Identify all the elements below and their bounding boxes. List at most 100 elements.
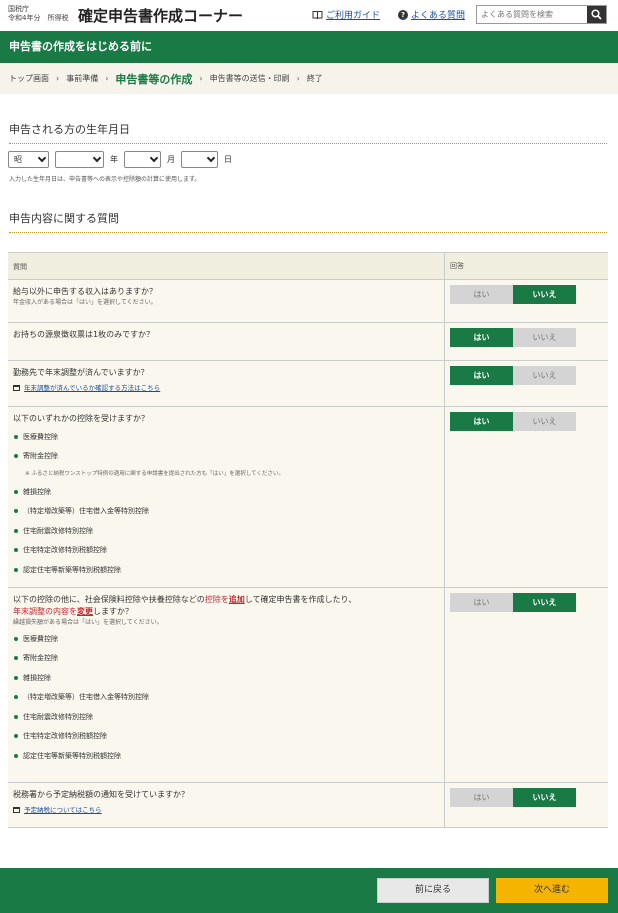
chevron-down-icon [92, 153, 102, 163]
crumb-current: 申告書等の作成 [115, 72, 193, 86]
question-text: 税務署から予定納税額の通知を受けていますか？ [13, 790, 189, 799]
question-row: 勤務先で年末調整が済んでいますか？ 年末調整が済んでいるか確認する方法はこちら … [8, 361, 608, 407]
list-item: 住宅耐震改修特別控除 [13, 707, 439, 727]
chevron-down-icon [149, 153, 159, 163]
list-item: 住宅特定改修特別税額控除 [13, 727, 439, 747]
question-note: 年金収入がある場合は「はい」を選択してください。 [13, 299, 157, 306]
site-header: 国税庁 令和4年分 所得税 確定申告書作成コーナー ご利用ガイド ? よくある質… [0, 0, 618, 31]
list-item: 住宅耐震改修特別控除 [13, 521, 439, 541]
list-item: （特定増改築等）住宅借入金等特別控除 [13, 502, 439, 522]
crumb-end: 終了 [306, 74, 323, 83]
question-text: 勤務先で年末調整が済んでいますか？ [13, 368, 149, 377]
question-text: 以下の控除の他に、社会保険料控除や扶養控除などの控除を追加して確定申告書を作成し… [13, 595, 357, 604]
question-row: 以下の控除の他に、社会保険料控除や扶養控除などの控除を追加して確定申告書を作成し… [8, 588, 608, 783]
no-button[interactable]: いいえ [513, 788, 576, 807]
tax-year-label: 令和4年分 所得税 [8, 14, 69, 22]
yes-button[interactable]: はい [450, 788, 513, 807]
no-button[interactable]: いいえ [513, 366, 576, 385]
question-icon: ? [398, 9, 408, 20]
app-title: 確定申告書作成コーナー [78, 7, 244, 25]
list-item: 医療費控除 [13, 427, 439, 447]
faq-link[interactable]: ? よくある質問 [398, 8, 465, 21]
yes-no-toggle: はい いいえ [450, 788, 576, 807]
yes-no-toggle: はい いいえ [450, 285, 576, 304]
agency-name: 国税庁 [8, 5, 29, 13]
list-item: 寄附金控除 [13, 447, 439, 467]
list-item: 雑損控除 [13, 482, 439, 502]
list-item: （特定増改築等）住宅借入金等特別控除 [13, 688, 439, 708]
year-unit: 年 [110, 155, 118, 164]
list-item: 住宅特定改修特別税額控除 [13, 541, 439, 561]
book-icon [312, 10, 323, 19]
yes-no-toggle: はい いいえ [450, 366, 576, 385]
no-button[interactable]: いいえ [513, 328, 576, 347]
questions-heading: 申告内容に関する質問 [9, 210, 607, 233]
estimated-tax-link[interactable]: 予定納税についてはこちら [24, 804, 102, 816]
no-button[interactable]: いいえ [513, 412, 576, 431]
yes-button[interactable]: はい [450, 285, 513, 304]
faq-search [476, 5, 607, 24]
crumb-prep: 事前準備 [66, 74, 99, 83]
new-window-icon [13, 385, 20, 391]
crumb-send: 申告書等の送信・印刷 [209, 74, 290, 83]
yes-no-toggle: はい いいえ [450, 412, 576, 431]
list-item: 認定住宅等新築等特別税額控除 [13, 560, 439, 580]
chevron-right-icon: › [199, 74, 203, 83]
guide-link-label: ご利用ガイド [326, 11, 381, 21]
list-item: 認定住宅等新築等特別税額控除 [13, 746, 439, 766]
question-row: 税務署から予定納税額の通知を受けていますか？ 予定納税についてはこちら はい い… [8, 783, 608, 828]
question-text: 以下のいずれかの控除を受けますか？ [13, 414, 149, 423]
yes-button[interactable]: はい [450, 412, 513, 431]
list-item: 雑損控除 [13, 668, 439, 688]
question-column-header: 質問 [8, 253, 445, 279]
era-select[interactable]: 昭 [8, 151, 49, 168]
list-item: 寄附金控除 [13, 649, 439, 669]
guide-link[interactable]: ご利用ガイド [312, 8, 380, 21]
year-end-adjustment-link[interactable]: 年末調整が済んでいるか確認する方法はこちら [24, 382, 160, 394]
chevron-right-icon: › [296, 74, 300, 83]
search-button[interactable] [587, 6, 606, 23]
chevron-down-icon [206, 153, 216, 163]
day-select[interactable] [181, 151, 218, 168]
page-banner: 申告書の作成をはじめる前に [0, 31, 618, 63]
no-button[interactable]: いいえ [513, 593, 576, 612]
birthdate-selects: 昭 年 月 日 [8, 151, 238, 168]
back-button[interactable]: 前に戻る [377, 878, 489, 903]
furusato-note: ※ ふるさと納税ワンストップ特例の適用に関する申請書を提出された方も「はい」を選… [25, 471, 284, 477]
question-note: 繰越損失額がある場合は「はい」を選択してください。 [13, 619, 163, 626]
new-window-icon [13, 807, 20, 813]
era-value: 昭 [14, 155, 22, 164]
chevron-right-icon: › [56, 74, 60, 83]
month-select[interactable] [124, 151, 161, 168]
chevron-down-icon [37, 153, 47, 163]
footer-bar: 前に戻る 次へ進む [0, 868, 618, 913]
month-unit: 月 [167, 155, 175, 164]
breadcrumb: トップ画面 › 事前準備 › 申告書等の作成 › 申告書等の送信・印刷 › 終了 [0, 63, 618, 94]
answer-column-header: 回答 [450, 262, 464, 270]
day-unit: 日 [224, 155, 232, 164]
no-button[interactable]: いいえ [513, 285, 576, 304]
question-text: お持ちの源泉徴収票は1枚のみですか？ [13, 330, 155, 339]
question-row: お持ちの源泉徴収票は1枚のみですか？ はい いいえ [8, 323, 608, 361]
search-icon [591, 9, 602, 20]
question-row: 以下のいずれかの控除を受けますか？ 医療費控除 寄附金控除 ※ ふるさと納税ワン… [8, 407, 608, 588]
faq-link-label: よくある質問 [411, 11, 466, 21]
table-header: 質問 回答 [8, 253, 608, 280]
question-row: 給与以外に申告する収入はありますか？ 年金収入がある場合は「はい」を選択してくだ… [8, 280, 608, 323]
yes-button[interactable]: はい [450, 593, 513, 612]
yes-no-toggle: はい いいえ [450, 328, 576, 347]
crumb-top: トップ画面 [9, 74, 49, 83]
list-item: 医療費控除 [13, 629, 439, 649]
next-button[interactable]: 次へ進む [496, 878, 608, 903]
yes-no-toggle: はい いいえ [450, 593, 576, 612]
search-input[interactable] [477, 6, 588, 23]
questions-table: 質問 回答 給与以外に申告する収入はありますか？ 年金収入がある場合は「はい」を… [8, 252, 608, 828]
birthdate-heading: 申告される方の生年月日 [9, 121, 607, 144]
chevron-right-icon: › [105, 74, 109, 83]
yes-button[interactable]: はい [450, 366, 513, 385]
yes-button[interactable]: はい [450, 328, 513, 347]
agency-block: 国税庁 令和4年分 所得税 [8, 5, 68, 23]
question-text: 給与以外に申告する収入はありますか？ [13, 287, 157, 296]
birthdate-note: 入力した生年月日は、申告書等への表示や控除額の計算に使用します。 [9, 176, 201, 183]
year-select[interactable] [55, 151, 104, 168]
